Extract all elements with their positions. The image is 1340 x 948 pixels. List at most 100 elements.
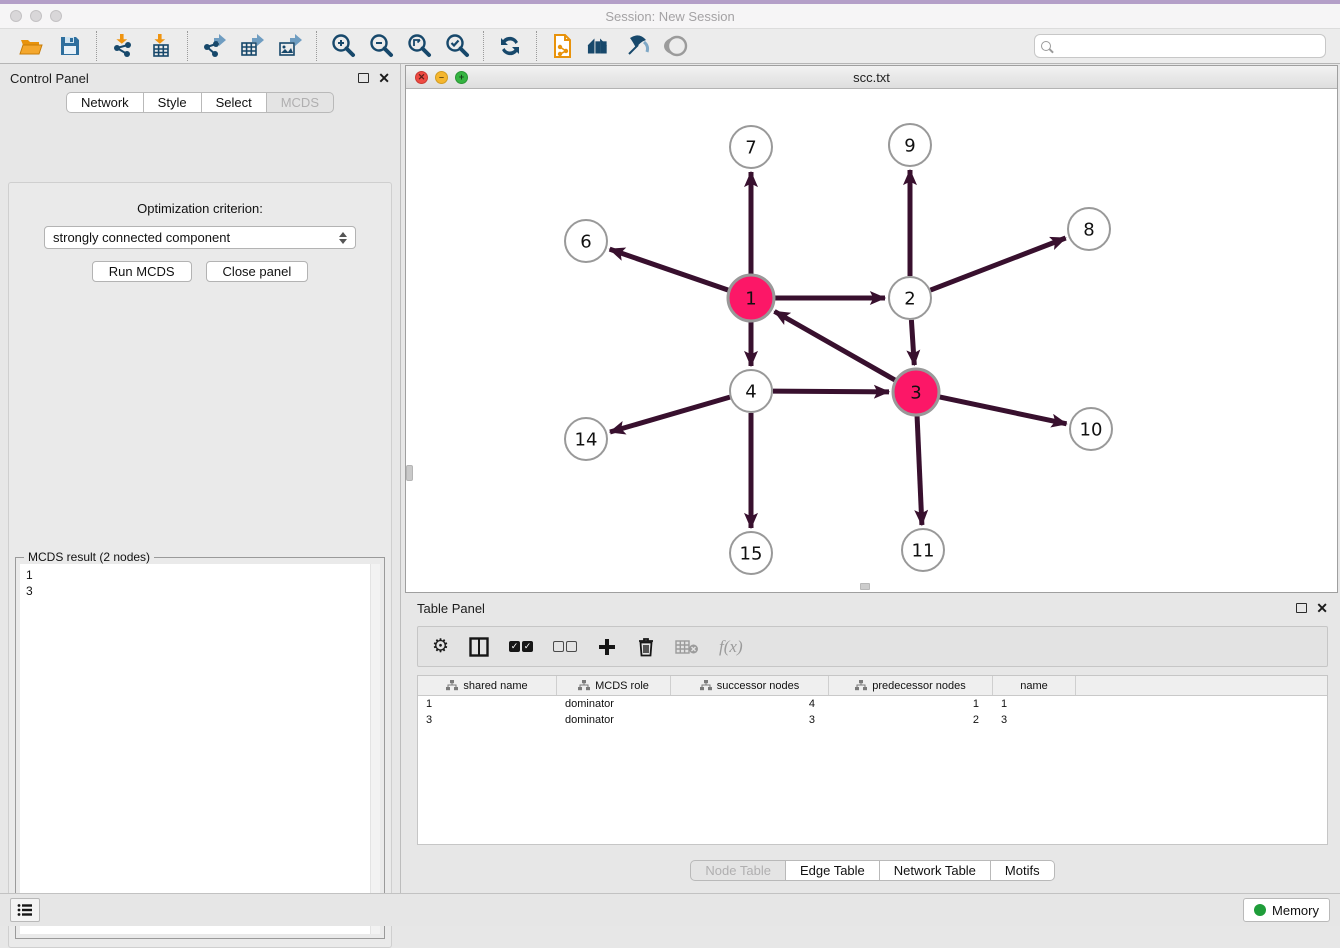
graph-node-14[interactable]: 14	[565, 418, 607, 460]
refresh-button[interactable]	[496, 32, 524, 60]
optimization-criterion-select[interactable]: strongly connected component	[44, 226, 356, 249]
graph-edge-2-3[interactable]	[911, 320, 914, 365]
tab-mcds[interactable]: MCDS	[267, 92, 334, 113]
column-header-MCDS-role[interactable]: MCDS role	[557, 676, 671, 695]
add-row-button[interactable]	[597, 635, 617, 659]
column-settings-button[interactable]: ⚙	[432, 635, 449, 659]
graph-node-8[interactable]: 8	[1068, 208, 1110, 250]
search-field[interactable]	[1034, 34, 1326, 58]
plus-icon	[597, 637, 617, 657]
table-tabs: Node TableEdge TableNetwork TableMotifs	[405, 860, 1340, 881]
zoom-fit-button[interactable]	[405, 32, 433, 60]
export-network-button[interactable]	[200, 32, 228, 60]
cell-shared-name[interactable]: 3	[418, 714, 557, 726]
trash-icon	[637, 637, 655, 657]
run-mcds-button[interactable]: Run MCDS	[92, 261, 192, 282]
search-input[interactable]	[1056, 39, 1319, 53]
export-network-icon	[201, 34, 227, 58]
hierarchy-icon	[700, 680, 712, 691]
tab-motifs[interactable]: Motifs	[991, 860, 1055, 881]
table-panel: Table Panel ✕ ⚙ ✓ ✓	[405, 595, 1340, 890]
split-view-button[interactable]	[469, 635, 489, 659]
cell-MCDS-role[interactable]: dominator	[557, 698, 671, 710]
float-panel-icon[interactable]	[358, 73, 369, 83]
task-history-button[interactable]	[10, 898, 40, 922]
network-window-titlebar[interactable]: ✕ – + scc.txt	[406, 66, 1337, 89]
apply-style-button[interactable]	[625, 32, 653, 60]
close-panel-button[interactable]: Close panel	[206, 261, 309, 282]
tab-node-table[interactable]: Node Table	[690, 860, 786, 881]
cell-successor-nodes[interactable]: 4	[671, 698, 829, 710]
cell-successor-nodes[interactable]: 3	[671, 714, 829, 726]
table-panel-title: Table Panel	[417, 601, 485, 616]
zoom-out-button[interactable]	[367, 32, 395, 60]
open-session-button[interactable]	[18, 32, 46, 60]
show-hide-button[interactable]	[663, 32, 691, 60]
result-scrollbar[interactable]	[370, 564, 380, 934]
network-canvas[interactable]: 7 9 6 8 1 2 4 3 14 10 15 11	[406, 89, 1337, 592]
mcds-result-text[interactable]: 1 3	[20, 564, 380, 934]
cell-name[interactable]: 1	[993, 698, 1076, 710]
canvas-horizontal-scrollbar[interactable]	[860, 583, 870, 590]
tab-network-table[interactable]: Network Table	[880, 860, 991, 881]
cell-name[interactable]: 3	[993, 714, 1076, 726]
zoom-selected-button[interactable]	[443, 32, 471, 60]
float-table-panel-icon[interactable]	[1296, 603, 1307, 613]
export-table-button[interactable]	[238, 32, 266, 60]
column-header-name[interactable]: name	[993, 676, 1076, 695]
graph-node-15[interactable]: 15	[730, 532, 772, 574]
import-table-button[interactable]	[147, 32, 175, 60]
cell-predecessor-nodes[interactable]: 2	[829, 714, 993, 726]
graph-node-1[interactable]: 1	[728, 275, 774, 321]
save-session-button[interactable]	[56, 32, 84, 60]
zoom-in-button[interactable]	[329, 32, 357, 60]
node-table[interactable]: shared nameMCDS rolesuccessor nodesprede…	[417, 675, 1328, 845]
graph-node-6[interactable]: 6	[565, 220, 607, 262]
cell-predecessor-nodes[interactable]: 1	[829, 698, 993, 710]
tab-style[interactable]: Style	[144, 92, 202, 113]
close-table-panel-icon[interactable]: ✕	[1316, 601, 1328, 615]
graph-node-2[interactable]: 2	[889, 277, 931, 319]
canvas-vertical-scrollbar[interactable]	[406, 465, 413, 481]
graph-edge-1-6[interactable]	[610, 249, 729, 290]
export-image-button[interactable]	[276, 32, 304, 60]
network-graph[interactable]: 7 9 6 8 1 2 4 3 14 10 15 11	[406, 89, 1337, 592]
graph-edge-3-1[interactable]	[774, 311, 895, 380]
checked-box-icon: ✓	[509, 641, 520, 652]
delete-table-button[interactable]	[675, 635, 699, 659]
function-builder-button[interactable]: f(x)	[719, 635, 743, 659]
import-network-button[interactable]	[109, 32, 137, 60]
column-header-successor-nodes[interactable]: successor nodes	[671, 676, 829, 695]
table-row[interactable]: 3dominator323	[418, 712, 1327, 728]
export-image-icon	[277, 34, 303, 58]
delete-row-button[interactable]	[637, 635, 655, 659]
clone-network-button[interactable]	[549, 32, 577, 60]
select-all-columns-button[interactable]: ✓ ✓	[509, 635, 533, 659]
graph-edge-2-8[interactable]	[931, 238, 1066, 290]
cell-shared-name[interactable]: 1	[418, 698, 557, 710]
cell-MCDS-role[interactable]: dominator	[557, 714, 671, 726]
tab-edge-table[interactable]: Edge Table	[786, 860, 880, 881]
graph-edge-3-10[interactable]	[939, 397, 1066, 424]
close-network-button[interactable]: ✕	[415, 71, 428, 84]
home-layout-button[interactable]	[587, 32, 615, 60]
graph-node-11[interactable]: 11	[902, 529, 944, 571]
graph-node-3[interactable]: 3	[893, 369, 939, 415]
minimize-network-button[interactable]: –	[435, 71, 448, 84]
graph-node-4[interactable]: 4	[730, 370, 772, 412]
graph-edge-3-11[interactable]	[917, 416, 922, 525]
tab-select[interactable]: Select	[202, 92, 267, 113]
tab-network[interactable]: Network	[66, 92, 144, 113]
graph-node-10[interactable]: 10	[1070, 408, 1112, 450]
column-header-shared-name[interactable]: shared name	[418, 676, 557, 695]
graph-edge-4-14[interactable]	[610, 397, 730, 432]
graph-node-9[interactable]: 9	[889, 124, 931, 166]
deselect-all-columns-button[interactable]	[553, 635, 577, 659]
column-header-predecessor-nodes[interactable]: predecessor nodes	[829, 676, 993, 695]
memory-button[interactable]: Memory	[1243, 898, 1330, 922]
graph-edge-4-3[interactable]	[773, 391, 889, 392]
graph-node-7[interactable]: 7	[730, 126, 772, 168]
table-row[interactable]: 1dominator411	[418, 696, 1327, 712]
maximize-network-button[interactable]: +	[455, 71, 468, 84]
close-panel-icon[interactable]: ✕	[378, 71, 390, 85]
